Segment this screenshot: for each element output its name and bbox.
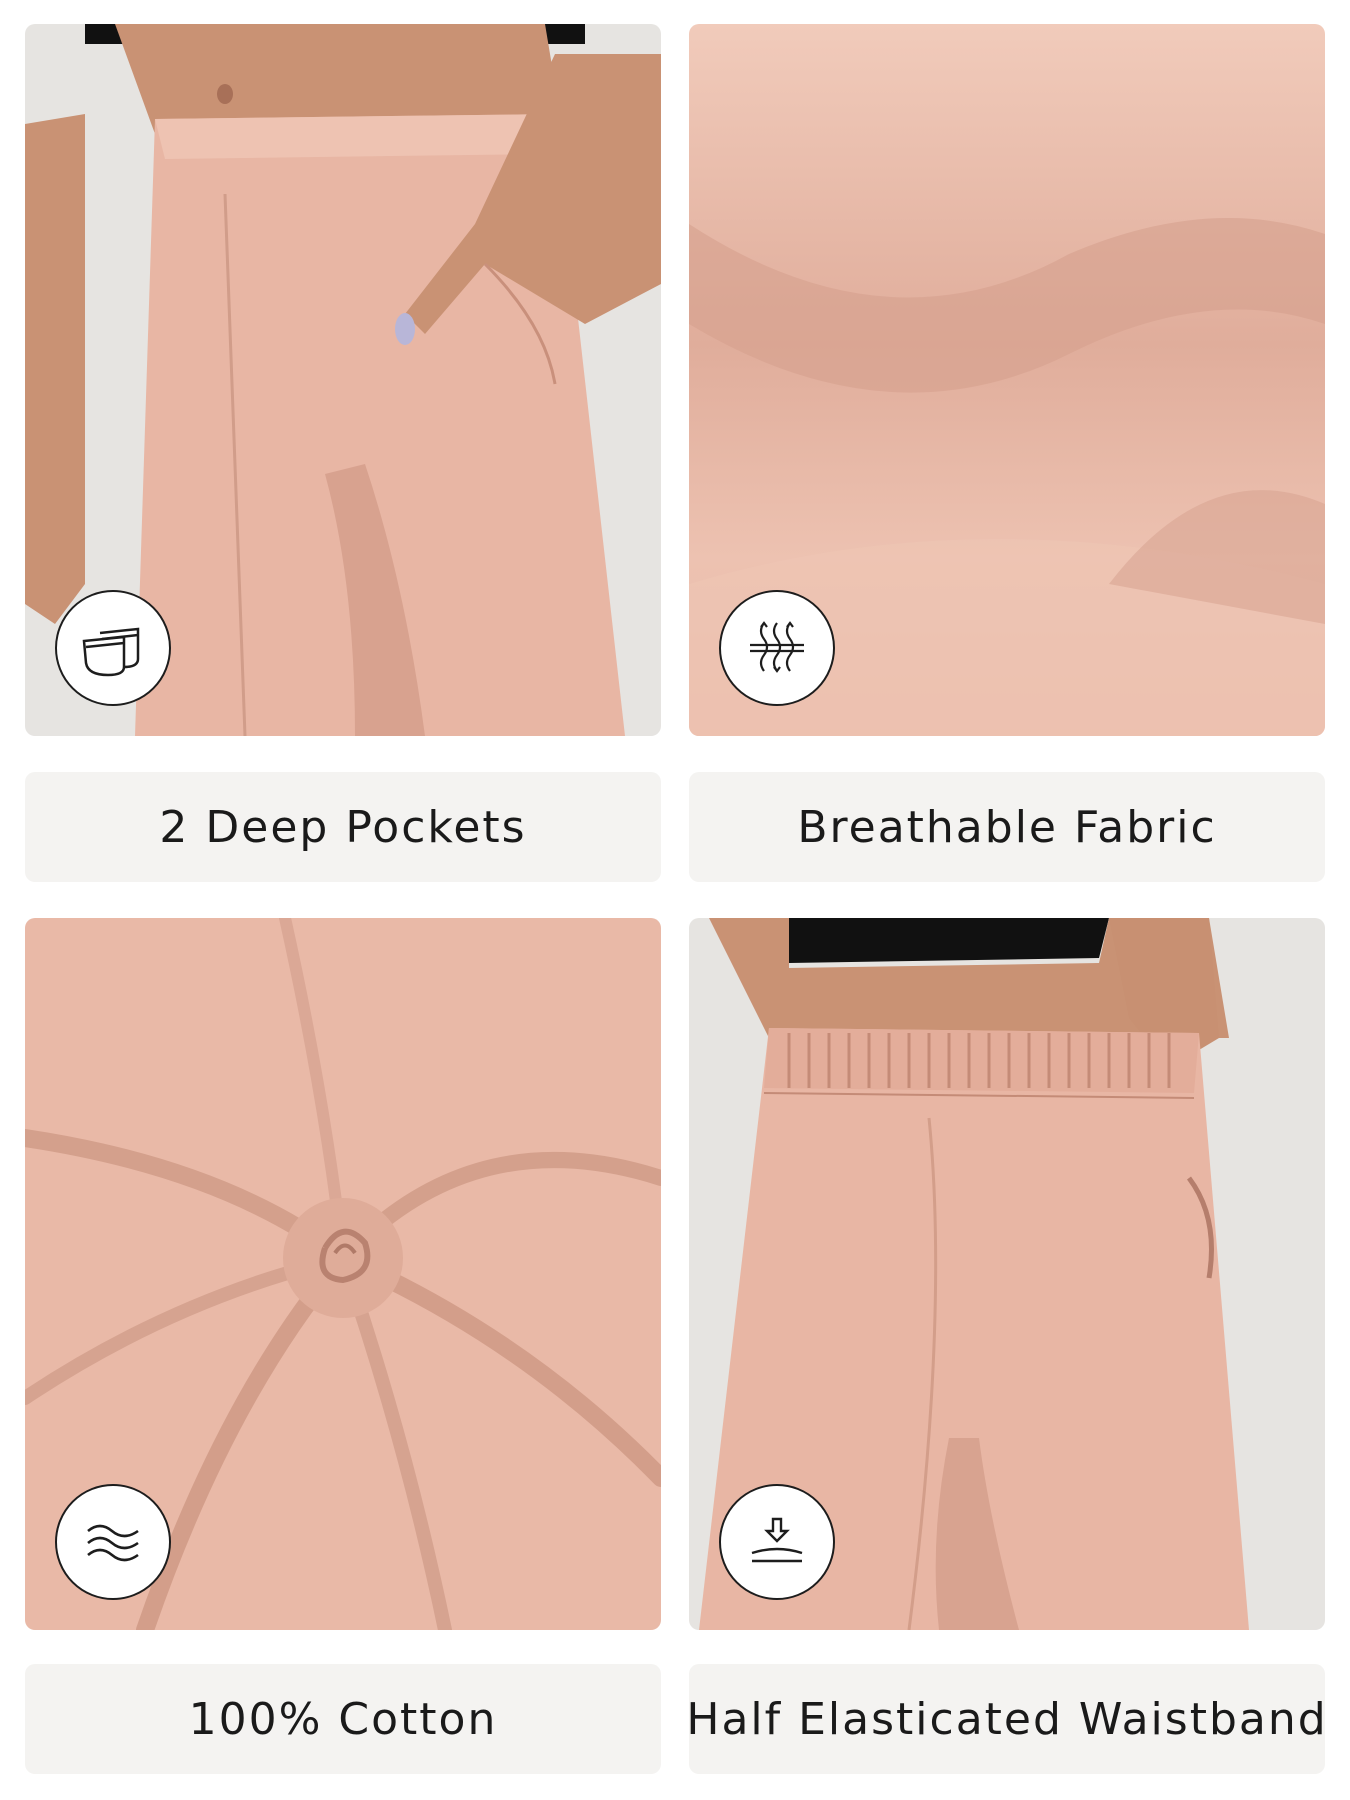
stretch-arrow-icon — [751, 1517, 803, 1563]
fabric-swirl-photo — [25, 918, 661, 1630]
breathable-badge — [719, 590, 835, 706]
breathable-airflow-icon — [750, 621, 804, 673]
soft-waves-icon — [87, 1524, 139, 1562]
fabric-closeup-photo — [689, 24, 1325, 736]
pocket-badge — [55, 590, 171, 706]
pocket-photo — [25, 24, 661, 736]
caption-breathable: Breathable Fabric — [689, 772, 1325, 882]
caption-waistband: Half Elasticated Waistband — [686, 1664, 1326, 1774]
waistband-badge — [719, 1484, 835, 1600]
pocket-icon — [82, 627, 140, 677]
caption-pockets: 2 Deep Pockets — [25, 772, 661, 882]
cotton-badge — [55, 1484, 171, 1600]
caption-cotton: 100% Cotton — [25, 1664, 661, 1774]
waistband-photo — [689, 918, 1325, 1630]
